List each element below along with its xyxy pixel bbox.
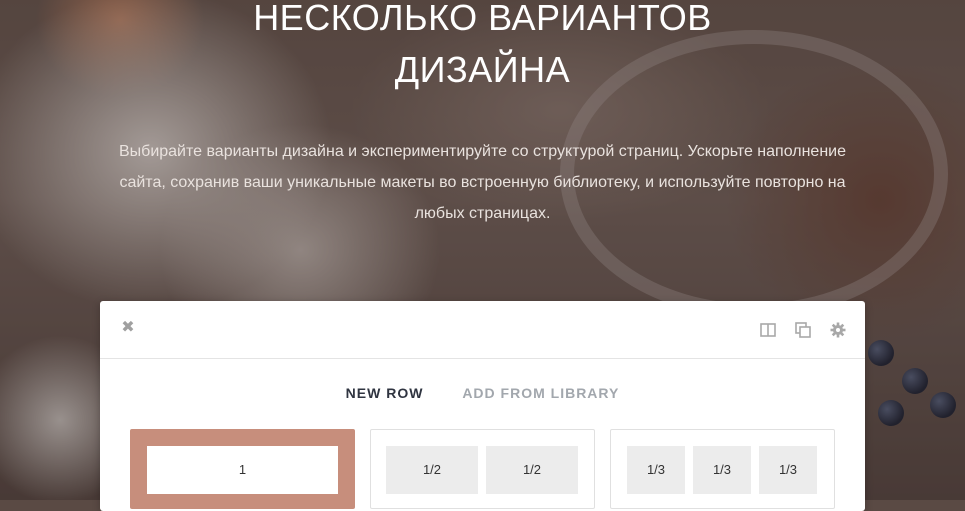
column-block: 1/2 [386,446,478,494]
layout-option-3-columns[interactable]: 1/3 1/3 1/3 [610,429,835,509]
layout-option-2-columns[interactable]: 1/2 1/2 [370,429,595,509]
duplicate-icon[interactable] [794,321,812,339]
column-block: 1/3 [759,446,817,494]
tab-new-row[interactable]: NEW ROW [346,385,424,401]
tab-add-from-library[interactable]: ADD FROM LIBRARY [462,385,619,401]
column-block: 1/3 [627,446,685,494]
layout-option-1-column[interactable]: 1 [130,429,355,509]
modal-toolbar: ✖ [100,301,865,359]
hero-title-line: ДИЗАЙНА [394,49,571,90]
close-icon[interactable]: ✖ [120,319,136,337]
gear-icon[interactable] [829,321,847,339]
column-block: 1/2 [486,446,578,494]
column-block: 1/3 [693,446,751,494]
hero-title: НЕСКОЛЬКО ВАРИАНТОВ ДИЗАЙНА [0,0,965,96]
column-block: 1 [147,446,338,494]
hero-title-line: НЕСКОЛЬКО ВАРИАНТОВ [253,0,712,38]
columns-icon[interactable] [759,321,777,339]
hero-description: Выбирайте варианты дизайна и эксперимент… [118,143,846,222]
modal-tabs: NEW ROW ADD FROM LIBRARY [100,385,865,401]
add-row-modal: ✖ NEW ROW ADD FROM LIBRARY 1 1/2 1/2 1/3… [100,301,865,511]
